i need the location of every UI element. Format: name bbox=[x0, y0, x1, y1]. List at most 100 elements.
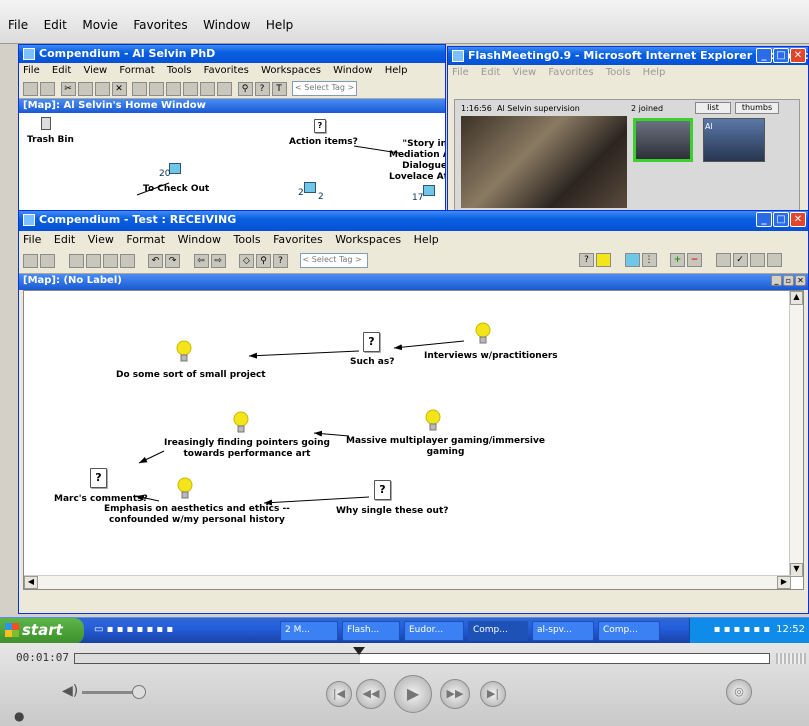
folder-icon[interactable] bbox=[40, 81, 55, 96]
align-icon[interactable] bbox=[166, 81, 181, 96]
note-node-icon[interactable] bbox=[715, 253, 731, 267]
cut-icon[interactable]: ✂ bbox=[60, 81, 76, 96]
play-button[interactable]: ▶ bbox=[394, 675, 432, 713]
con-node-icon[interactable]: − bbox=[687, 253, 702, 267]
scroll-up-arrow-icon[interactable]: ▲ bbox=[790, 291, 803, 305]
node-performance-art[interactable]: Ireasingly finding pointers going toward… bbox=[164, 438, 330, 460]
front-select-tag[interactable]: < Select Tag > bbox=[299, 253, 368, 268]
help-icon[interactable]: ? bbox=[273, 253, 288, 268]
back-menu-item[interactable]: View bbox=[83, 65, 107, 76]
front-menu-item[interactable]: View bbox=[88, 233, 114, 246]
map-node-icon[interactable] bbox=[304, 182, 316, 193]
question-node-icon[interactable]: ? bbox=[579, 253, 594, 267]
ie-menu-item[interactable]: Help bbox=[643, 67, 666, 78]
scroll-left-arrow-icon[interactable]: ◀ bbox=[24, 576, 38, 589]
help-icon[interactable]: ? bbox=[254, 81, 270, 96]
vertical-scrollbar[interactable]: ▲ ▼ bbox=[789, 291, 803, 577]
back-menu-item[interactable]: Edit bbox=[52, 65, 71, 76]
skip-back-button[interactable]: |◀ bbox=[326, 681, 352, 707]
back-menu-item[interactable]: Tools bbox=[167, 65, 192, 76]
taskbar-item[interactable]: Comp... bbox=[468, 621, 528, 641]
front-map-titlebar[interactable]: [Map]: (No Label) _ ▫ ✕ bbox=[19, 274, 808, 290]
scrubber-track[interactable] bbox=[74, 653, 770, 664]
volume-knob[interactable] bbox=[132, 685, 146, 699]
pro-node-icon[interactable]: + bbox=[670, 253, 685, 267]
node-such-as[interactable]: Such as? bbox=[350, 357, 394, 368]
align-icon[interactable] bbox=[149, 81, 164, 96]
align-icon[interactable] bbox=[200, 81, 215, 96]
playhead-icon[interactable] bbox=[353, 647, 366, 655]
map-node-icon[interactable] bbox=[169, 163, 181, 174]
list-node-icon[interactable]: ⋮ bbox=[641, 253, 657, 267]
back-menu-item[interactable]: Favorites bbox=[204, 65, 249, 76]
align-icon[interactable] bbox=[217, 81, 232, 96]
idea-bulb-icon[interactable] bbox=[475, 322, 491, 346]
ie-menu-item[interactable]: View bbox=[512, 67, 536, 78]
align-icon[interactable] bbox=[132, 81, 147, 96]
paste-icon[interactable] bbox=[94, 81, 110, 96]
front-menu-item[interactable]: Format bbox=[126, 233, 165, 246]
decision-node-icon[interactable]: ✓ bbox=[732, 253, 748, 267]
map-node-icon[interactable] bbox=[624, 253, 640, 267]
question-node-icon[interactable]: ? bbox=[363, 332, 380, 352]
action-items-label[interactable]: Action items? bbox=[289, 137, 358, 148]
volume-icon[interactable]: ◀) bbox=[62, 683, 78, 699]
idea-node-icon[interactable] bbox=[596, 253, 611, 267]
node-interviews[interactable]: Interviews w/practitioners bbox=[424, 351, 558, 362]
diamond-icon[interactable]: ◇ bbox=[239, 253, 254, 268]
question-node-icon[interactable]: ? bbox=[314, 119, 326, 133]
minimize-button[interactable]: _ bbox=[756, 212, 772, 227]
reference-node-icon[interactable] bbox=[766, 253, 782, 267]
node-emphasis[interactable]: Emphasis on aesthetics and ethics -- con… bbox=[104, 504, 290, 526]
question-node-icon[interactable]: ? bbox=[374, 480, 391, 500]
idea-bulb-icon[interactable] bbox=[233, 411, 249, 435]
ie-menu-item[interactable]: Tools bbox=[606, 67, 631, 78]
copy-icon[interactable] bbox=[85, 253, 101, 268]
fast-forward-button[interactable]: ▶▶ bbox=[440, 679, 470, 709]
maximize-button[interactable]: □ bbox=[773, 212, 789, 227]
close-button[interactable]: ✕ bbox=[790, 48, 806, 63]
menu-movie[interactable]: Movie bbox=[82, 18, 118, 32]
search-icon[interactable]: ⚲ bbox=[256, 253, 271, 268]
tab-list[interactable]: list bbox=[695, 102, 731, 114]
minimize-button[interactable]: _ bbox=[756, 48, 772, 63]
redo-icon[interactable]: ↷ bbox=[165, 253, 180, 268]
taskbar-item[interactable]: 2 M... bbox=[280, 621, 338, 641]
ie-menu-item[interactable]: Favorites bbox=[548, 67, 593, 78]
idea-bulb-icon[interactable] bbox=[177, 477, 193, 501]
quick-launch-icon[interactable]: ▭ ▪ ▪ ▪ ▪ ▪ ▪ ▪ bbox=[94, 624, 173, 635]
taskbar-item[interactable]: al-spv... bbox=[532, 621, 594, 641]
menu-favorites[interactable]: Favorites bbox=[133, 18, 187, 32]
trash-bin-label[interactable]: Trash Bin bbox=[27, 135, 74, 146]
back-menu-item[interactable]: File bbox=[23, 65, 40, 76]
maximize-button[interactable]: □ bbox=[773, 48, 789, 63]
tray-icons[interactable]: ▪ ▪ ▪ ▪ ▪ ▪ bbox=[714, 624, 771, 635]
rewind-button[interactable]: ◀◀ bbox=[356, 679, 386, 709]
menu-file[interactable]: File bbox=[8, 18, 28, 32]
back-compendium-titlebar[interactable]: Compendium - Al Selvin PhD bbox=[19, 45, 445, 63]
horizontal-scrollbar[interactable]: ◀ ▶ bbox=[24, 575, 791, 589]
delete-icon[interactable] bbox=[119, 253, 135, 268]
node-gaming[interactable]: Massive multiplayer gaming/immersive gam… bbox=[346, 436, 545, 458]
question-node-icon[interactable]: ? bbox=[90, 468, 107, 488]
ie-menu-item[interactable]: Edit bbox=[481, 67, 500, 78]
flashmeeting-titlebar[interactable]: FlashMeeting0.9 - Microsoft Internet Exp… bbox=[448, 47, 808, 65]
copy-icon[interactable] bbox=[77, 81, 93, 96]
minimize-button[interactable]: _ bbox=[771, 275, 782, 286]
scroll-right-arrow-icon[interactable]: ▶ bbox=[777, 576, 791, 589]
align-icon[interactable] bbox=[183, 81, 198, 96]
menu-edit[interactable]: Edit bbox=[44, 18, 67, 32]
open-icon[interactable] bbox=[23, 81, 38, 96]
menu-help[interactable]: Help bbox=[266, 18, 293, 32]
restore-button[interactable]: ▫ bbox=[783, 275, 794, 286]
text-icon[interactable]: T bbox=[271, 81, 287, 96]
settings-icon[interactable]: ◎ bbox=[726, 679, 752, 705]
trash-icon[interactable] bbox=[41, 117, 51, 130]
resize-grip-icon[interactable] bbox=[776, 653, 806, 664]
open-icon[interactable] bbox=[23, 253, 38, 268]
cut-icon[interactable] bbox=[68, 253, 84, 268]
back-menu-item[interactable]: Help bbox=[385, 65, 408, 76]
participant-thumbnail[interactable]: Al bbox=[703, 118, 765, 162]
folder-icon[interactable] bbox=[40, 253, 55, 268]
paste-icon[interactable] bbox=[102, 253, 118, 268]
